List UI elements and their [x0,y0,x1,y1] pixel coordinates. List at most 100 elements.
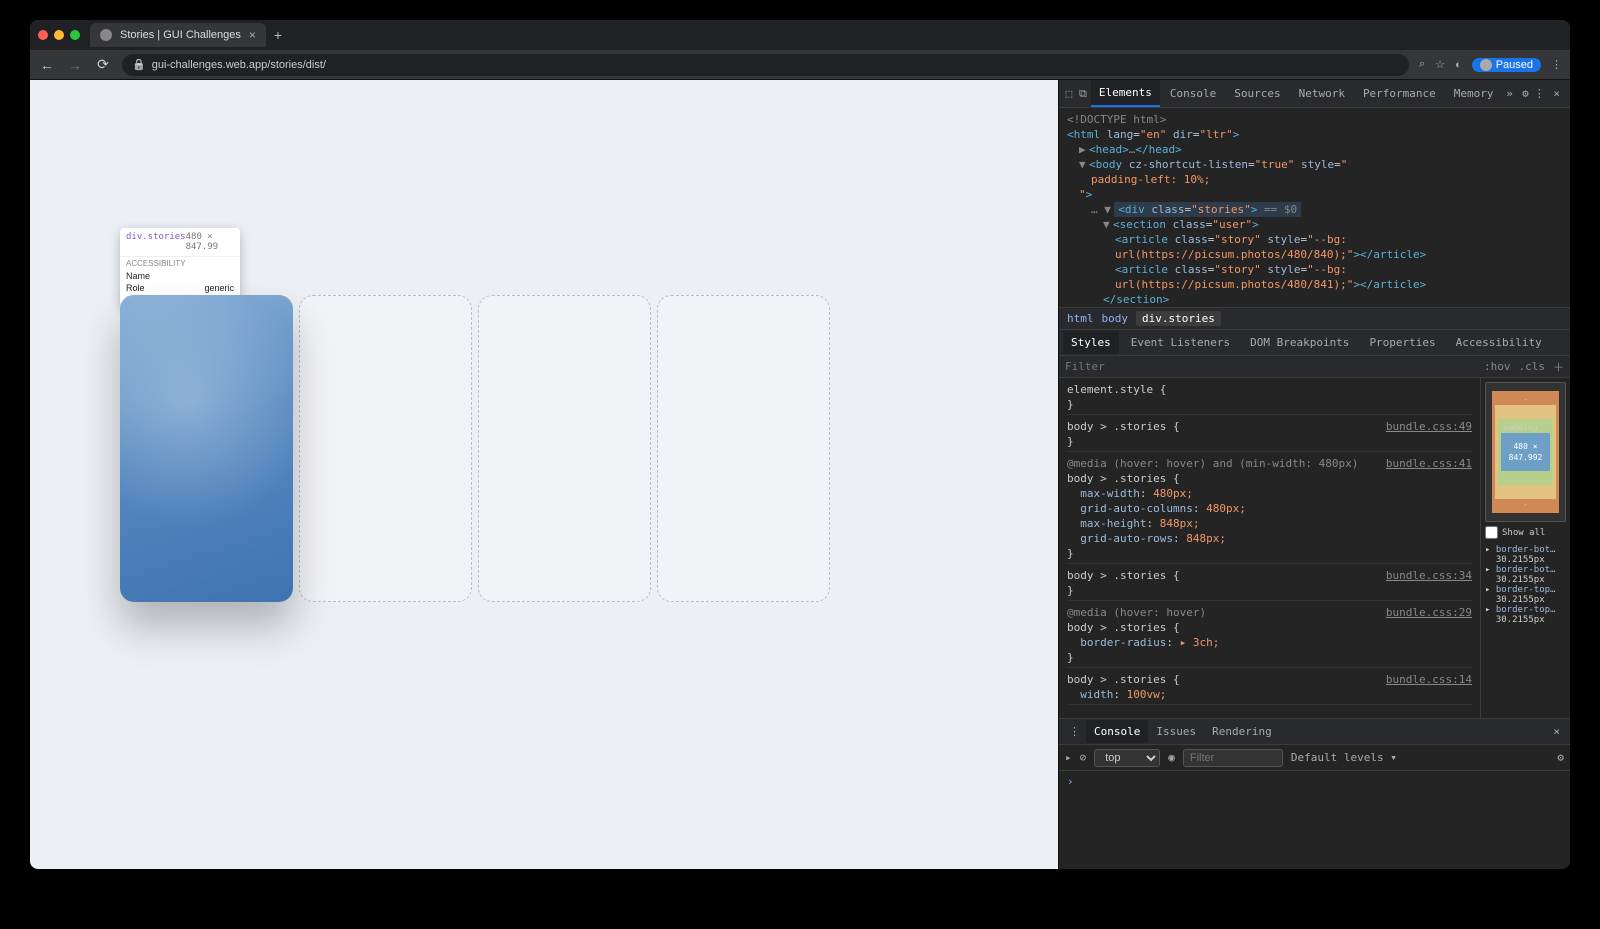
address-bar[interactable]: 🔒 gui-challenges.web.app/stories/dist/ [122,54,1409,76]
forward-button[interactable]: → [66,57,84,73]
devtools-panel: ⬚ ⧉ Elements Console Sources Network Per… [1058,80,1570,869]
tab-elements[interactable]: Elements [1091,80,1160,107]
inspect-element-icon[interactable]: ⬚ [1063,87,1075,100]
css-prop: width [1080,688,1113,701]
log-levels-select[interactable]: Default levels ▾ [1291,751,1397,764]
extension-icon[interactable]: ◐ [1455,59,1462,71]
dom-line: <!DOCTYPE html> [1067,113,1166,126]
reload-button[interactable]: ⟳ [94,56,112,73]
box-model-content: 480 × 847.992 [1501,433,1550,471]
settings-icon[interactable]: ⚙ [1519,87,1531,100]
show-all-checkbox[interactable] [1485,526,1498,539]
show-all-label: Show all [1502,528,1545,538]
drawer-menu-icon[interactable]: ⋮ [1063,725,1086,738]
story-card[interactable] [478,295,651,602]
dom-style: padding-left: 10%; [1091,173,1210,186]
crumb-current[interactable]: div.stories [1136,311,1221,326]
console-toolbar: ▸ ⊘ top ◉ Default levels ▾ ⚙ [1059,745,1570,771]
close-devtools-icon[interactable]: × [1547,87,1566,100]
elements-tree[interactable]: <!DOCTYPE html> <html lang="en" dir="ltr… [1059,108,1570,308]
page-viewport[interactable]: div.stories 480 × 847.99 ACCESSIBILITY N… [30,80,1058,869]
url-text: gui-challenges.web.app/stories/dist/ [152,59,326,71]
kebab-menu-icon[interactable]: ⋮ [1551,58,1562,71]
computed-key: border-bot… [1496,565,1556,575]
star-icon[interactable]: ☆ [1435,58,1445,71]
tab-accessibility[interactable]: Accessibility [1448,331,1550,354]
rule-media: @media (hover: hover) and (min-width: 48… [1067,457,1358,470]
search-icon[interactable]: ⌕ [1419,58,1425,71]
tab-properties[interactable]: Properties [1361,331,1443,354]
stories-container [120,295,1038,602]
back-button[interactable]: ← [38,57,56,73]
story-card[interactable] [657,295,830,602]
crumb-body[interactable]: body [1102,312,1129,325]
console-filter-input[interactable] [1183,749,1283,767]
rule-selector: body > .stories { [1067,420,1180,433]
profile-chip[interactable]: Paused [1472,58,1541,72]
browser-toolbar: ← → ⟳ 🔒 gui-challenges.web.app/stories/d… [30,50,1570,80]
more-tabs-icon[interactable]: » [1504,87,1516,100]
new-rule-button[interactable]: ＋ [1553,359,1564,375]
close-window-icon[interactable] [38,30,48,40]
lock-icon: 🔒 [132,58,146,71]
rule-source[interactable]: bundle.css:49 [1386,419,1472,434]
new-tab-button[interactable]: + [274,27,282,43]
rule-source[interactable]: bundle.css:14 [1386,672,1472,687]
close-drawer-icon[interactable]: × [1547,725,1566,738]
eye-icon[interactable]: ◉ [1168,751,1175,764]
css-prop: grid-auto-columns [1080,502,1193,515]
devtools-tabbar: ⬚ ⧉ Elements Console Sources Network Per… [1059,80,1570,108]
hov-toggle[interactable]: :hov [1484,360,1511,373]
close-tab-icon[interactable]: × [249,28,256,42]
tooltip-row-key: Name [126,271,150,281]
cls-toggle[interactable]: .cls [1519,360,1546,373]
story-card[interactable] [120,295,293,602]
drawer-tab-issues[interactable]: Issues [1148,720,1204,743]
avatar-icon [1480,59,1492,71]
crumb-html[interactable]: html [1067,312,1094,325]
drawer-tab-console[interactable]: Console [1086,720,1148,743]
tab-styles[interactable]: Styles [1063,331,1119,354]
css-prop: border-radius [1080,636,1166,649]
rule-source[interactable]: bundle.css:34 [1386,568,1472,583]
tab-performance[interactable]: Performance [1355,81,1444,106]
tab-sources[interactable]: Sources [1226,81,1288,106]
story-card[interactable] [299,295,472,602]
tooltip-dimensions: 480 × 847.99 [186,232,234,252]
console-body[interactable]: › [1059,771,1570,869]
css-val: ▸ 3ch; [1180,636,1220,649]
tab-console[interactable]: Console [1162,81,1224,106]
styles-tabbar: Styles Event Listeners DOM Breakpoints P… [1059,330,1570,356]
rule-source[interactable]: bundle.css:29 [1386,605,1472,620]
clear-console-icon[interactable]: ⊘ [1080,751,1087,764]
tab-memory[interactable]: Memory [1446,81,1502,106]
context-select[interactable]: top [1094,749,1160,767]
tab-event-listeners[interactable]: Event Listeners [1123,331,1238,354]
console-sidebar-icon[interactable]: ▸ [1065,751,1072,764]
computed-sidebar[interactable]: --padding -480 × 847.992--- Show all ▸ b… [1480,378,1570,718]
maximize-window-icon[interactable] [70,30,80,40]
styles-rules[interactable]: element.style {} bundle.css:49body > .st… [1059,378,1480,718]
minimize-window-icon[interactable] [54,30,64,40]
rule-selector: element.style { [1067,383,1166,396]
computed-key: border-bot… [1496,545,1556,555]
tab-dom-breakpoints[interactable]: DOM Breakpoints [1242,331,1357,354]
css-val: 848px; [1160,517,1200,530]
css-prop: max-height [1080,517,1146,530]
browser-tab[interactable]: Stories | GUI Challenges × [90,23,266,47]
console-settings-icon[interactable]: ⚙ [1557,751,1564,764]
computed-key: border-top… [1496,585,1556,595]
tab-network[interactable]: Network [1291,81,1353,106]
styles-filter-input[interactable]: Filter [1065,360,1476,373]
rule-source[interactable]: bundle.css:41 [1386,456,1472,471]
kebab-icon[interactable]: ⋮ [1533,87,1545,100]
computed-val: 30.2155px [1496,555,1545,565]
rule-media: @media (hover: hover) [1067,606,1206,619]
rule-selector: body > .stories { [1067,472,1180,485]
breadcrumb[interactable]: html body div.stories [1059,308,1570,330]
rule-selector: body > .stories { [1067,673,1180,686]
rule-selector: body > .stories { [1067,621,1180,634]
device-toolbar-icon[interactable]: ⧉ [1077,87,1089,101]
tab-title: Stories | GUI Challenges [120,29,241,41]
drawer-tab-rendering[interactable]: Rendering [1204,720,1280,743]
